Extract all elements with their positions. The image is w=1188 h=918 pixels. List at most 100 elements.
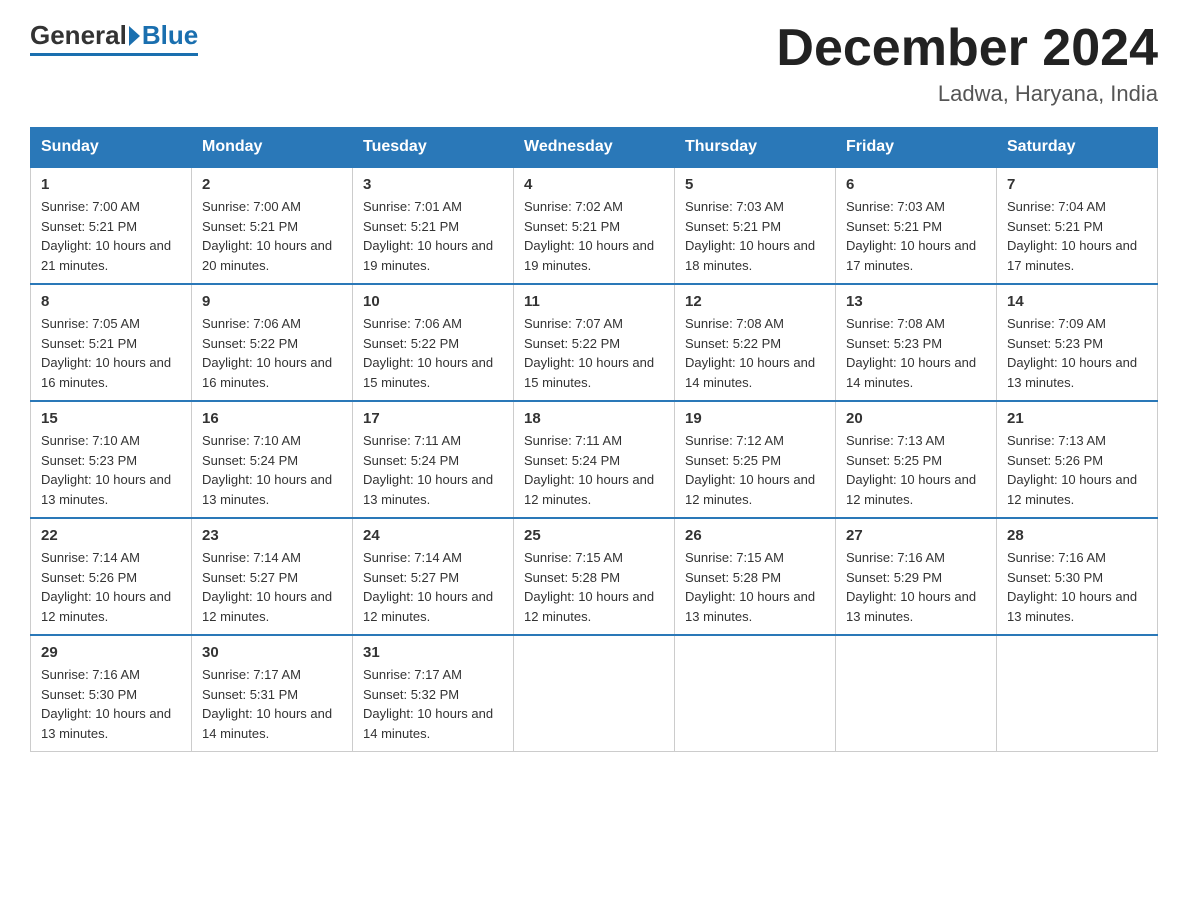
day-number: 12: [685, 293, 825, 310]
day-number: 17: [363, 410, 503, 427]
day-info: Sunrise: 7:14 AMSunset: 5:27 PMDaylight:…: [363, 548, 503, 626]
day-info: Sunrise: 7:16 AMSunset: 5:29 PMDaylight:…: [846, 548, 986, 626]
day-number: 5: [685, 176, 825, 193]
day-number: 27: [846, 527, 986, 544]
day-number: 9: [202, 293, 342, 310]
week-row-2: 8Sunrise: 7:05 AMSunset: 5:21 PMDaylight…: [31, 284, 1158, 401]
calendar-cell: 19 Sunrise: 7:12 AMSunset: 5:25 PMDayligh…: [675, 401, 836, 518]
calendar-cell: 11Sunrise: 7:07 AMSunset: 5:22 PMDayligh…: [514, 284, 675, 401]
calendar-cell: 6 Sunrise: 7:03 AMSunset: 5:21 PMDaylight…: [836, 167, 997, 284]
calendar-cell: 23 Sunrise: 7:14 AMSunset: 5:27 PMDayligh…: [192, 518, 353, 635]
week-row-4: 22Sunrise: 7:14 AMSunset: 5:26 PMDayligh…: [31, 518, 1158, 635]
calendar-cell: 12 Sunrise: 7:08 AMSunset: 5:22 PMDayligh…: [675, 284, 836, 401]
calendar-cell: 14 Sunrise: 7:09 AMSunset: 5:23 PMDayligh…: [997, 284, 1158, 401]
calendar-cell: [997, 635, 1158, 752]
calendar-cell: 22Sunrise: 7:14 AMSunset: 5:26 PMDayligh…: [31, 518, 192, 635]
day-number: 4: [524, 176, 664, 193]
day-info: Sunrise: 7:03 AMSunset: 5:21 PMDaylight:…: [685, 197, 825, 275]
calendar-cell: 26Sunrise: 7:15 AMSunset: 5:28 PMDayligh…: [675, 518, 836, 635]
weekday-header-wednesday: Wednesday: [514, 128, 675, 168]
day-number: 24: [363, 527, 503, 544]
day-info: Sunrise: 7:13 AMSunset: 5:25 PMDaylight:…: [846, 431, 986, 509]
calendar-cell: 28 Sunrise: 7:16 AMSunset: 5:30 PMDayligh…: [997, 518, 1158, 635]
day-info: Sunrise: 7:17 AMSunset: 5:31 PMDaylight:…: [202, 665, 342, 743]
day-info: Sunrise: 7:03 AMSunset: 5:21 PMDaylight:…: [846, 197, 986, 275]
weekday-header-tuesday: Tuesday: [353, 128, 514, 168]
day-number: 16: [202, 410, 342, 427]
calendar-cell: 17Sunrise: 7:11 AMSunset: 5:24 PMDayligh…: [353, 401, 514, 518]
calendar-cell: 30 Sunrise: 7:17 AMSunset: 5:31 PMDayligh…: [192, 635, 353, 752]
title-block: December 2024 Ladwa, Haryana, India: [776, 20, 1158, 107]
day-info: Sunrise: 7:02 AMSunset: 5:21 PMDaylight:…: [524, 197, 664, 275]
calendar-cell: 3 Sunrise: 7:01 AMSunset: 5:21 PMDaylight…: [353, 167, 514, 284]
day-number: 29: [41, 644, 181, 661]
logo-general-text: General: [30, 20, 127, 51]
day-number: 14: [1007, 293, 1147, 310]
logo-blue-text: Blue: [142, 20, 198, 51]
calendar-cell: 7Sunrise: 7:04 AMSunset: 5:21 PMDaylight…: [997, 167, 1158, 284]
weekday-header-saturday: Saturday: [997, 128, 1158, 168]
day-number: 20: [846, 410, 986, 427]
calendar-cell: 2 Sunrise: 7:00 AMSunset: 5:21 PMDaylight…: [192, 167, 353, 284]
location: Ladwa, Haryana, India: [776, 81, 1158, 107]
day-number: 19: [685, 410, 825, 427]
week-row-3: 15 Sunrise: 7:10 AMSunset: 5:23 PMDayligh…: [31, 401, 1158, 518]
day-info: Sunrise: 7:10 AMSunset: 5:24 PMDaylight:…: [202, 431, 342, 509]
day-number: 21: [1007, 410, 1147, 427]
day-info: Sunrise: 7:08 AMSunset: 5:22 PMDaylight:…: [685, 314, 825, 392]
day-info: Sunrise: 7:04 AMSunset: 5:21 PMDaylight:…: [1007, 197, 1147, 275]
day-info: Sunrise: 7:13 AMSunset: 5:26 PMDaylight:…: [1007, 431, 1147, 509]
calendar-table: SundayMondayTuesdayWednesdayThursdayFrid…: [30, 127, 1158, 752]
day-info: Sunrise: 7:09 AMSunset: 5:23 PMDaylight:…: [1007, 314, 1147, 392]
day-info: Sunrise: 7:01 AMSunset: 5:21 PMDaylight:…: [363, 197, 503, 275]
day-info: Sunrise: 7:07 AMSunset: 5:22 PMDaylight:…: [524, 314, 664, 392]
day-number: 25: [524, 527, 664, 544]
weekday-header-row: SundayMondayTuesdayWednesdayThursdayFrid…: [31, 128, 1158, 168]
calendar-cell: 10Sunrise: 7:06 AMSunset: 5:22 PMDayligh…: [353, 284, 514, 401]
calendar-cell: 31 Sunrise: 7:17 AMSunset: 5:32 PMDayligh…: [353, 635, 514, 752]
day-info: Sunrise: 7:06 AMSunset: 5:22 PMDaylight:…: [202, 314, 342, 392]
day-info: Sunrise: 7:15 AMSunset: 5:28 PMDaylight:…: [524, 548, 664, 626]
day-info: Sunrise: 7:14 AMSunset: 5:27 PMDaylight:…: [202, 548, 342, 626]
day-info: Sunrise: 7:12 AMSunset: 5:25 PMDaylight:…: [685, 431, 825, 509]
day-number: 31: [363, 644, 503, 661]
page-header: General Blue December 2024 Ladwa, Haryan…: [30, 20, 1158, 107]
calendar-cell: 13Sunrise: 7:08 AMSunset: 5:23 PMDayligh…: [836, 284, 997, 401]
calendar-cell: 24 Sunrise: 7:14 AMSunset: 5:27 PMDayligh…: [353, 518, 514, 635]
day-number: 30: [202, 644, 342, 661]
logo: General Blue: [30, 20, 198, 56]
calendar-cell: 29 Sunrise: 7:16 AMSunset: 5:30 PMDayligh…: [31, 635, 192, 752]
day-info: Sunrise: 7:10 AMSunset: 5:23 PMDaylight:…: [41, 431, 181, 509]
calendar-cell: 16 Sunrise: 7:10 AMSunset: 5:24 PMDayligh…: [192, 401, 353, 518]
day-number: 3: [363, 176, 503, 193]
week-row-5: 29 Sunrise: 7:16 AMSunset: 5:30 PMDayligh…: [31, 635, 1158, 752]
day-number: 28: [1007, 527, 1147, 544]
calendar-cell: 18 Sunrise: 7:11 AMSunset: 5:24 PMDayligh…: [514, 401, 675, 518]
day-number: 26: [685, 527, 825, 544]
day-info: Sunrise: 7:11 AMSunset: 5:24 PMDaylight:…: [524, 431, 664, 509]
month-title: December 2024: [776, 20, 1158, 77]
day-number: 8: [41, 293, 181, 310]
calendar-cell: 25 Sunrise: 7:15 AMSunset: 5:28 PMDayligh…: [514, 518, 675, 635]
calendar-cell: 15 Sunrise: 7:10 AMSunset: 5:23 PMDayligh…: [31, 401, 192, 518]
day-number: 23: [202, 527, 342, 544]
day-number: 15: [41, 410, 181, 427]
week-row-1: 1Sunrise: 7:00 AMSunset: 5:21 PMDaylight…: [31, 167, 1158, 284]
calendar-cell: [836, 635, 997, 752]
calendar-cell: 1Sunrise: 7:00 AMSunset: 5:21 PMDaylight…: [31, 167, 192, 284]
day-info: Sunrise: 7:17 AMSunset: 5:32 PMDaylight:…: [363, 665, 503, 743]
day-info: Sunrise: 7:16 AMSunset: 5:30 PMDaylight:…: [1007, 548, 1147, 626]
weekday-header-friday: Friday: [836, 128, 997, 168]
day-info: Sunrise: 7:16 AMSunset: 5:30 PMDaylight:…: [41, 665, 181, 743]
day-number: 18: [524, 410, 664, 427]
calendar-cell: [675, 635, 836, 752]
weekday-header-monday: Monday: [192, 128, 353, 168]
day-info: Sunrise: 7:00 AMSunset: 5:21 PMDaylight:…: [202, 197, 342, 275]
day-info: Sunrise: 7:00 AMSunset: 5:21 PMDaylight:…: [41, 197, 181, 275]
calendar-cell: 20 Sunrise: 7:13 AMSunset: 5:25 PMDayligh…: [836, 401, 997, 518]
day-number: 6: [846, 176, 986, 193]
day-info: Sunrise: 7:08 AMSunset: 5:23 PMDaylight:…: [846, 314, 986, 392]
day-number: 2: [202, 176, 342, 193]
calendar-cell: 21 Sunrise: 7:13 AMSunset: 5:26 PMDayligh…: [997, 401, 1158, 518]
calendar-cell: 27 Sunrise: 7:16 AMSunset: 5:29 PMDayligh…: [836, 518, 997, 635]
